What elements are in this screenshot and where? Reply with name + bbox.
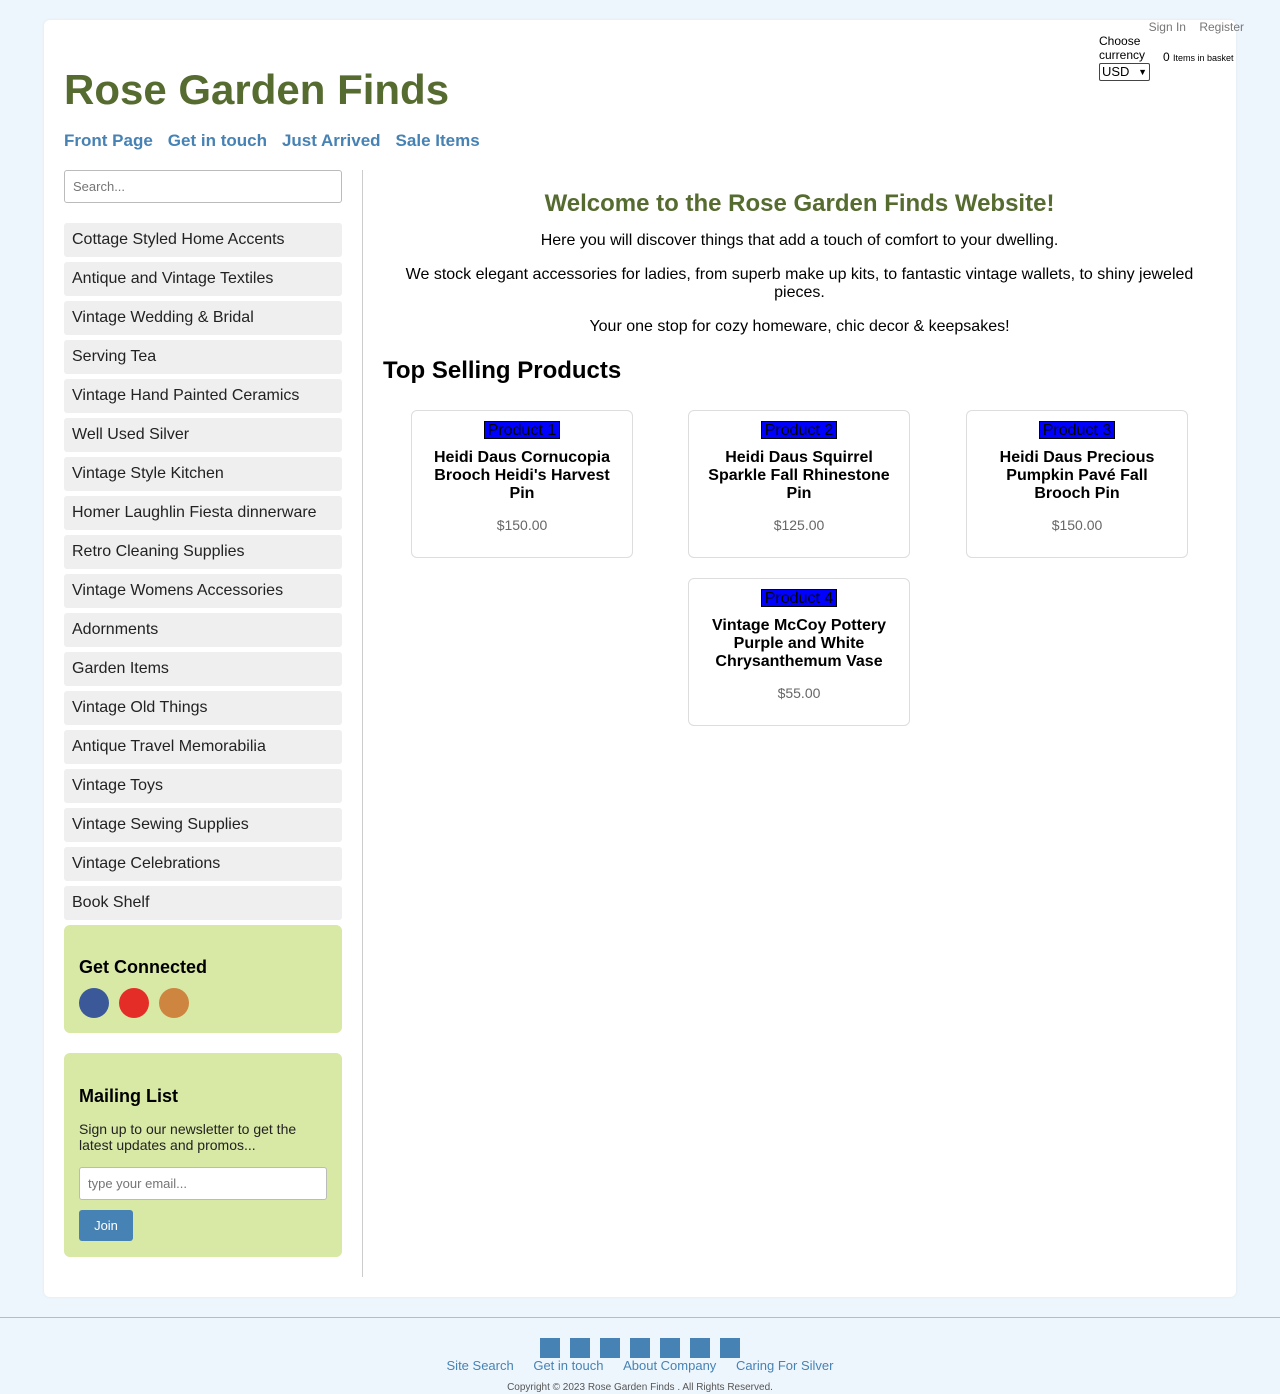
- product-image[interactable]: Product 2: [760, 421, 838, 439]
- nav-front-page[interactable]: Front Page: [64, 131, 153, 151]
- basket-count: 0: [1163, 50, 1170, 64]
- mailing-list-box: Mailing List Sign up to our newsletter t…: [64, 1053, 342, 1257]
- footer-link-caring-for-silver[interactable]: Caring For Silver: [736, 1358, 834, 1373]
- currency-label: Choose currency: [1099, 34, 1146, 62]
- category-item[interactable]: Antique Travel Memorabilia: [64, 730, 342, 764]
- footer-icons: [540, 1338, 740, 1358]
- column-divider: [362, 170, 363, 1277]
- nav-get-in-touch[interactable]: Get in touch: [168, 131, 267, 151]
- product-price: $150.00: [1051, 517, 1103, 533]
- payment-icon[interactable]: [690, 1338, 710, 1358]
- category-item[interactable]: Homer Laughlin Fiesta dinnerware: [64, 496, 342, 530]
- get-connected-title: Get Connected: [79, 957, 208, 977]
- currency-chooser: Choose currency USD ▼: [1099, 34, 1151, 81]
- currency-select[interactable]: USD ▼: [1099, 63, 1150, 81]
- payment-icon[interactable]: [660, 1338, 680, 1358]
- social-links: [79, 988, 327, 1018]
- join-button[interactable]: Join: [79, 1210, 133, 1241]
- category-item[interactable]: Serving Tea: [64, 340, 342, 374]
- category-item[interactable]: Antique and Vintage Textiles: [64, 262, 342, 296]
- product-price: $125.00: [773, 517, 825, 533]
- email-field[interactable]: [79, 1167, 327, 1200]
- top-selling-title: Top Selling Products: [383, 357, 622, 384]
- product-title[interactable]: Heidi Daus Cornucopia Brooch Heidi's Har…: [412, 449, 632, 503]
- category-item[interactable]: Adornments: [64, 613, 342, 647]
- product-card[interactable]: Product 2 Heidi Daus Squirrel Sparkle Fa…: [688, 410, 910, 558]
- payment-icon[interactable]: [720, 1338, 740, 1358]
- footer-links: Site Search Get in touch About Company C…: [0, 1358, 1280, 1373]
- payment-icon[interactable]: [630, 1338, 650, 1358]
- facebook-icon[interactable]: [79, 988, 109, 1018]
- product-title[interactable]: Heidi Daus Precious Pumpkin Pavé Fall Br…: [967, 449, 1187, 503]
- product-price: $55.00: [777, 685, 821, 701]
- currency-value: USD: [1102, 64, 1130, 79]
- basket-summary[interactable]: 0 Items in basket: [1163, 50, 1234, 64]
- register-link[interactable]: Register: [1199, 20, 1244, 34]
- footer-link-site-search[interactable]: Site Search: [447, 1358, 514, 1373]
- category-item[interactable]: Vintage Celebrations: [64, 847, 342, 881]
- chevron-down-icon: ▼: [1138, 67, 1147, 77]
- pinterest-icon[interactable]: [119, 988, 149, 1018]
- intro-text: Here you will discover things that add a…: [540, 232, 1059, 249]
- mailing-list-text: Sign up to our newsletter to get the lat…: [79, 1121, 297, 1153]
- category-item[interactable]: Vintage Toys: [64, 769, 342, 803]
- product-title[interactable]: Vintage McCoy Pottery Purple and White C…: [689, 617, 909, 671]
- footer-link-get-in-touch[interactable]: Get in touch: [533, 1358, 603, 1373]
- welcome-title: Welcome to the Rose Garden Finds Website…: [544, 190, 1055, 217]
- get-connected-box: Get Connected: [64, 925, 342, 1033]
- payment-icon[interactable]: [600, 1338, 620, 1358]
- product-image[interactable]: Product 1: [483, 421, 561, 439]
- product-title[interactable]: Heidi Daus Squirrel Sparkle Fall Rhinest…: [689, 449, 909, 503]
- search-input[interactable]: [64, 170, 342, 203]
- payment-icon[interactable]: [540, 1338, 560, 1358]
- etsy-icon[interactable]: [159, 988, 189, 1018]
- footer-link-about-company[interactable]: About Company: [623, 1358, 716, 1373]
- site-logo[interactable]: Rose Garden Finds: [64, 66, 449, 114]
- category-item[interactable]: Vintage Wedding & Bridal: [64, 301, 342, 335]
- category-item[interactable]: Vintage Sewing Supplies: [64, 808, 342, 842]
- product-image[interactable]: Product 4: [760, 589, 838, 607]
- category-list: Cottage Styled Home Accents Antique and …: [64, 223, 342, 925]
- footer-divider: [0, 1317, 1280, 1318]
- category-item[interactable]: Vintage Womens Accessories: [64, 574, 342, 608]
- basket-label: Items in basket: [1173, 53, 1234, 63]
- category-item[interactable]: Vintage Hand Painted Ceramics: [64, 379, 342, 413]
- product-card[interactable]: Product 1 Heidi Daus Cornucopia Brooch H…: [411, 410, 633, 558]
- intro-text: Your one stop for cozy homeware, chic de…: [589, 318, 1010, 335]
- category-item[interactable]: Cottage Styled Home Accents: [64, 223, 342, 257]
- payment-icon[interactable]: [570, 1338, 590, 1358]
- copyright-text: Copyright © 2023 Rose Garden Finds . All…: [507, 1382, 773, 1393]
- product-card[interactable]: Product 4 Vintage McCoy Pottery Purple a…: [688, 578, 910, 726]
- category-item[interactable]: Garden Items: [64, 652, 342, 686]
- account-links: Sign In Register: [1139, 20, 1244, 34]
- category-item[interactable]: Retro Cleaning Supplies: [64, 535, 342, 569]
- product-image[interactable]: Product 3: [1038, 421, 1116, 439]
- category-item[interactable]: Vintage Old Things: [64, 691, 342, 725]
- sign-in-link[interactable]: Sign In: [1149, 20, 1186, 34]
- product-card[interactable]: Product 3 Heidi Daus Precious Pumpkin Pa…: [966, 410, 1188, 558]
- mailing-list-title: Mailing List: [79, 1086, 178, 1106]
- nav-sale-items[interactable]: Sale Items: [396, 131, 480, 151]
- main-nav: Front Page Get in touch Just Arrived Sal…: [64, 131, 480, 151]
- category-item[interactable]: Vintage Style Kitchen: [64, 457, 342, 491]
- category-item[interactable]: Well Used Silver: [64, 418, 342, 452]
- category-item[interactable]: Book Shelf: [64, 886, 342, 920]
- product-price: $150.00: [496, 517, 548, 533]
- nav-just-arrived[interactable]: Just Arrived: [282, 131, 381, 151]
- intro-text: We stock elegant accessories for ladies,…: [405, 266, 1194, 301]
- main-content: Welcome to the Rose Garden Finds Website…: [383, 190, 1216, 385]
